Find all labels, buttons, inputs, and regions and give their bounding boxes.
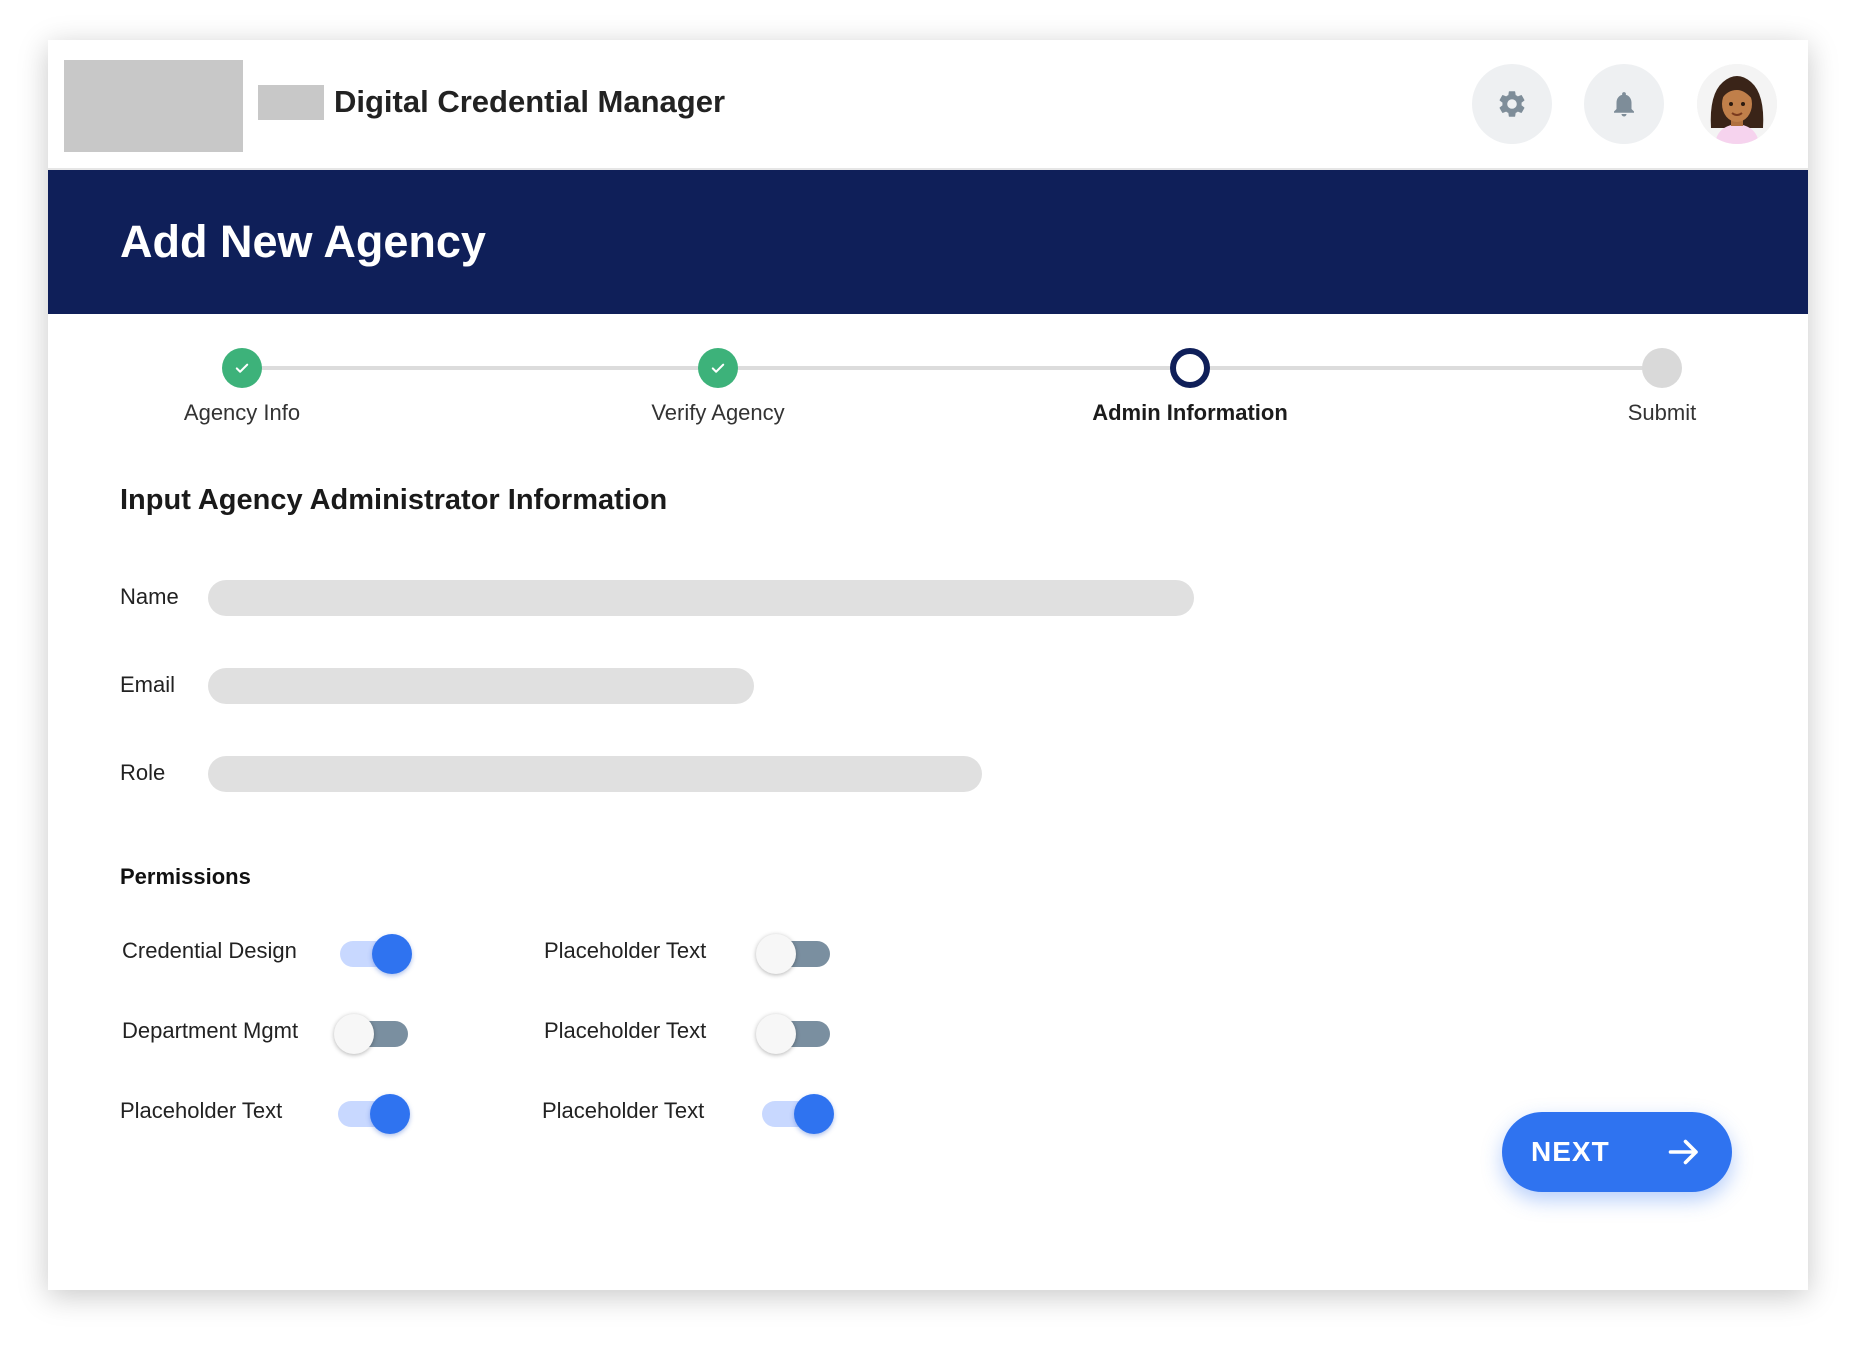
step-upcoming-indicator xyxy=(1642,348,1682,388)
bell-icon xyxy=(1614,92,1634,117)
toggle-knob xyxy=(756,1014,796,1054)
permission-label-placeholder: Placeholder Text xyxy=(120,1098,283,1123)
permissions-heading: Permissions xyxy=(120,864,251,889)
permission-label-department-mgmt: Department Mgmt xyxy=(122,1018,299,1043)
stepper-track xyxy=(242,366,1652,370)
notifications-button[interactable] xyxy=(1584,64,1664,144)
role-input[interactable] xyxy=(208,756,982,792)
logo-placeholder xyxy=(64,60,243,152)
page-title: Add New Agency xyxy=(120,216,486,267)
form-section-title: Input Agency Administrator Information xyxy=(120,484,668,516)
user-avatar[interactable] xyxy=(1697,64,1777,144)
progress-stepper: Agency Info Verify Agency Admin Informat… xyxy=(48,314,1808,425)
gear-icon xyxy=(1499,91,1525,117)
role-field-label: Role xyxy=(120,760,166,785)
checkmark-icon xyxy=(235,363,249,373)
next-button[interactable]: NEXT xyxy=(1502,1112,1732,1192)
permission-label-credential-design: Credential Design xyxy=(122,938,297,963)
email-field-label: Email xyxy=(120,672,176,697)
toggle-placeholder-3[interactable] xyxy=(756,1012,832,1056)
checkmark-icon xyxy=(711,363,725,373)
step-complete-indicator xyxy=(222,348,262,388)
next-button-label: NEXT xyxy=(1531,1136,1610,1167)
arrow-right-icon xyxy=(1668,1139,1698,1165)
brand-mark-placeholder xyxy=(258,85,324,120)
toggle-placeholder-4[interactable] xyxy=(760,1092,836,1136)
toggle-credential-design[interactable] xyxy=(338,932,414,976)
step-label: Submit xyxy=(1627,400,1697,425)
toggle-knob xyxy=(334,1014,374,1054)
name-input[interactable] xyxy=(208,580,1194,616)
toggle-placeholder-2[interactable] xyxy=(756,932,832,976)
step-label: Verify Agency xyxy=(651,400,785,425)
settings-button[interactable] xyxy=(1472,64,1552,144)
name-field-label: Name xyxy=(120,584,179,609)
step-complete-indicator xyxy=(698,348,738,388)
step-current-indicator xyxy=(1170,348,1210,388)
permission-label-placeholder: Placeholder Text xyxy=(544,1018,707,1043)
permission-label-placeholder: Placeholder Text xyxy=(544,938,707,963)
email-input[interactable] xyxy=(208,668,754,704)
toggle-knob xyxy=(372,934,412,974)
page-banner: Add New Agency xyxy=(48,170,1808,314)
step-label: Admin Information xyxy=(1092,400,1288,425)
toggle-department-mgmt[interactable] xyxy=(334,1012,410,1056)
toggle-placeholder-1[interactable] xyxy=(336,1092,412,1136)
user-portrait-icon xyxy=(1697,64,1777,144)
step-label: Agency Info xyxy=(183,400,301,425)
app-title: Digital Credential Manager xyxy=(334,84,726,119)
app-window: Digital Credential Manager Add New Agenc… xyxy=(48,40,1808,1290)
toggle-knob xyxy=(794,1094,834,1134)
top-header: Digital Credential Manager xyxy=(48,40,1808,170)
permission-label-placeholder: Placeholder Text xyxy=(542,1098,705,1123)
toggle-knob xyxy=(756,934,796,974)
toggle-knob xyxy=(370,1094,410,1134)
